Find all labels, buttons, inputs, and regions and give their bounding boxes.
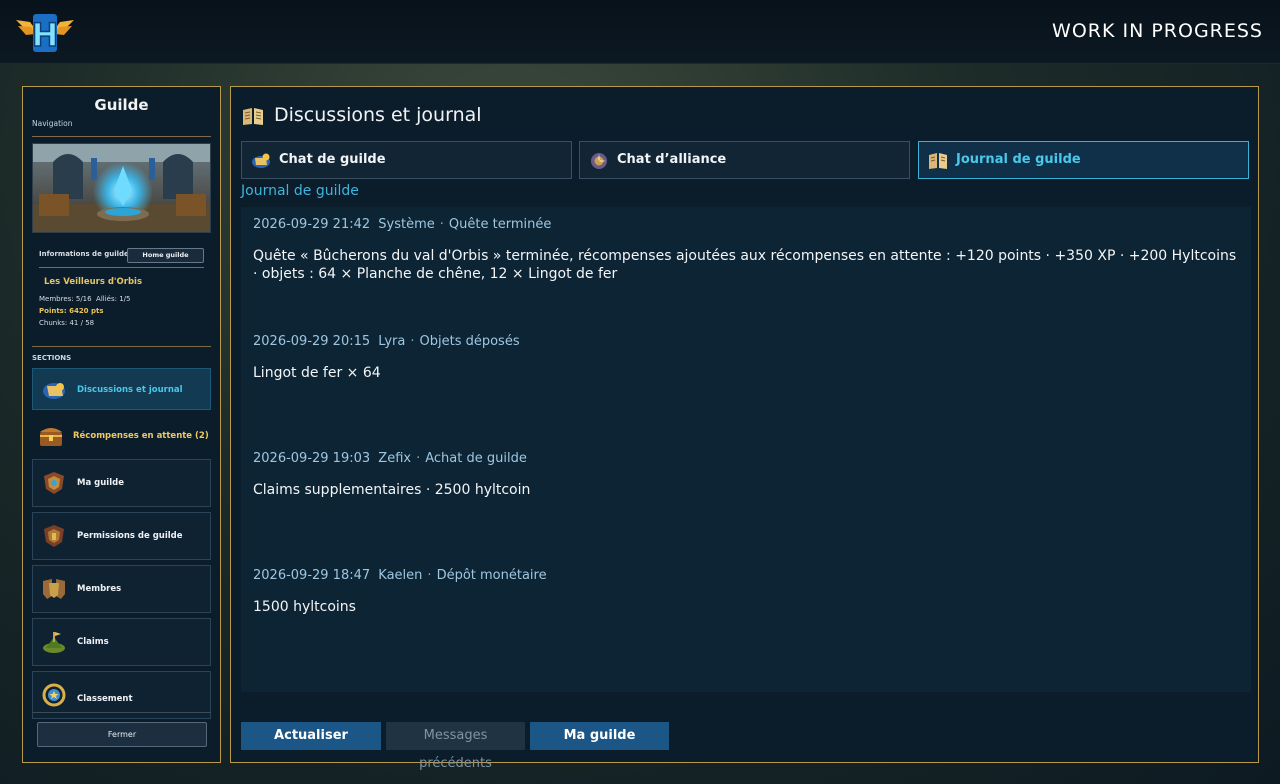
- my-guild-button[interactable]: Ma guilde: [530, 722, 669, 750]
- main-panel: Discussions et journal Chat de guilde Ch…: [230, 86, 1259, 771]
- divider: [32, 712, 211, 713]
- guild-info-label: Informations de guilde: [39, 250, 129, 258]
- close-button[interactable]: Fermer: [37, 722, 207, 747]
- entry-meta: 2026-09-29 19:03 Zefix · Achat de guilde: [253, 451, 527, 466]
- entry-message: Quête « Bûcherons du val d'Orbis » termi…: [253, 248, 1237, 282]
- sidebar-item-label: Ma guilde: [77, 478, 124, 488]
- tab-guild-journal[interactable]: Journal de guilde: [918, 141, 1249, 179]
- sidebar-item-permissions[interactable]: Permissions de guilde: [32, 512, 211, 560]
- refresh-button[interactable]: Actualiser: [241, 722, 381, 750]
- journal-log[interactable]: 2026-09-29 21:42 Système · Quête terminée …: [241, 207, 1251, 692]
- treasure-chest-icon: [40, 428, 62, 446]
- sections-label: SECTIONS: [32, 354, 72, 362]
- laurel-ranking-icon: [42, 683, 66, 707]
- entry-datetime: 2026-09-29 19:03: [253, 451, 371, 466]
- sidebar-item-my-guild[interactable]: Ma guilde: [32, 459, 211, 507]
- entry-message: Claims supplementaires · 2500 hyltcoin: [253, 482, 531, 498]
- sidebar-item-label: Discussions et journal: [77, 385, 183, 395]
- sidebar-item-discussions[interactable]: Discussions et journal: [32, 368, 211, 410]
- sidebar-item-rewards[interactable]: Récompenses en attente (2): [32, 413, 211, 457]
- journal-book-icon: [243, 108, 263, 125]
- sidebar-item-label: Récompenses en attente (2): [73, 431, 209, 441]
- chunks-count: Chunks: 41 / 58: [39, 319, 95, 327]
- entry-author: Lyra: [378, 334, 406, 349]
- section-heading: Journal de guilde: [241, 183, 359, 199]
- list-item: 2026-09-29 21:42 Système · Quête terminée …: [253, 217, 1239, 283]
- tab-alliance-chat[interactable]: Chat d’alliance: [579, 141, 910, 179]
- entry-meta: 2026-09-29 18:47 Kaelen · Dépôt monétaire: [253, 568, 547, 583]
- home-guild-button[interactable]: Home guilde: [127, 248, 204, 263]
- sidebar-item-label: Permissions de guilde: [77, 531, 183, 541]
- tab-label: Chat de guilde: [279, 152, 386, 167]
- entry-author: Zefix: [378, 451, 412, 466]
- entry-type: Achat de guilde: [425, 451, 527, 466]
- guild-name: Les Veilleurs d'Orbis: [44, 277, 143, 287]
- guild-crest-icon: [44, 472, 64, 494]
- entry-type: Quête terminée: [448, 217, 552, 232]
- entry-author: Système: [378, 217, 435, 232]
- entry-author: Kaelen: [378, 568, 423, 583]
- guild-banner-image: [32, 143, 211, 233]
- top-bar: H WORK IN PROGRESS: [0, 0, 1280, 64]
- entry-meta: 2026-09-29 21:42 Système · Quête terminée: [253, 217, 552, 232]
- page-title: Discussions et journal: [274, 104, 482, 126]
- entry-type: Objets déposés: [419, 334, 520, 349]
- app-logo-icon[interactable]: H: [14, 10, 76, 54]
- list-item: 2026-09-29 18:47 Kaelen · Dépôt monétaire …: [253, 568, 1239, 616]
- members-count: Membres: 5/16 Alliés: 1/5: [39, 295, 131, 303]
- tab-guild-chat[interactable]: Chat de guilde: [241, 141, 572, 179]
- list-item: 2026-09-29 19:03 Zefix · Achat de guilde C…: [253, 451, 1239, 499]
- entry-datetime: 2026-09-29 18:47: [253, 568, 371, 583]
- scroll-chat-icon: [43, 383, 65, 399]
- divider: [32, 346, 211, 347]
- previous-messages-button[interactable]: Messages précédents: [386, 722, 525, 771]
- alliance-chat-icon: [591, 153, 607, 169]
- entry-message: 1500 hyltcoins: [253, 599, 356, 615]
- sidebar-subtitle: Navigation: [32, 119, 73, 128]
- entry-type: Dépôt monétaire: [436, 568, 547, 583]
- entry-datetime: 2026-09-29 21:42: [253, 217, 371, 232]
- sidebar-title: Guilde: [94, 96, 149, 114]
- divider: [39, 267, 204, 268]
- divider: [32, 136, 211, 137]
- sidebar-item-claims[interactable]: Claims: [32, 618, 211, 666]
- guild-points: Points: 6420 pts: [39, 307, 104, 315]
- sidebar-item-label: Claims: [77, 637, 109, 647]
- land-claim-icon: [43, 632, 65, 653]
- permissions-crest-icon: [44, 525, 64, 547]
- sidebar: Guilde Navigation Informations de guilde…: [22, 86, 221, 763]
- tab-label: Chat d’alliance: [617, 152, 727, 167]
- guild-chat-icon: [252, 153, 270, 168]
- allies-count: Alliés: 1/5: [96, 295, 131, 303]
- entry-datetime: 2026-09-29 20:15: [253, 334, 371, 349]
- sidebar-item-label: Membres: [77, 584, 122, 594]
- members-shield-icon: [43, 579, 65, 599]
- status-text: WORK IN PROGRESS: [1052, 20, 1263, 42]
- entry-message: Lingot de fer × 64: [253, 365, 381, 381]
- logo-letter: H: [32, 16, 59, 54]
- tab-label: Journal de guilde: [956, 152, 1081, 167]
- journal-book-icon: [929, 153, 947, 169]
- entry-meta: 2026-09-29 20:15 Lyra · Objets déposés: [253, 334, 520, 349]
- sidebar-item-label: Classement: [77, 694, 133, 704]
- list-item: 2026-09-29 20:15 Lyra · Objets déposés Lin…: [253, 334, 1239, 382]
- sidebar-item-members[interactable]: Membres: [32, 565, 211, 613]
